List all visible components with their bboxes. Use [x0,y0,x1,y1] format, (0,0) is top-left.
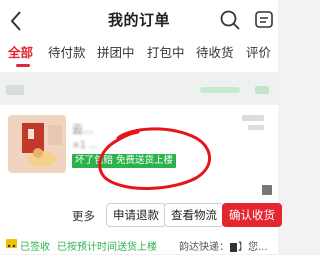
notice-icon [6,85,24,95]
product-name[interactable]: 云... [72,121,222,135]
order-actions: 更多 申请退款 查看物流 确认收货 [0,203,282,227]
message-icon[interactable] [254,10,274,30]
view-logistics-button[interactable]: 查看物流 [164,203,224,227]
badge-damage-compensation: 坏了包赔 [72,154,117,168]
badge-free-delivery-upstairs: 免费送货上楼 [113,154,177,168]
product-thumbnail[interactable] [8,115,66,173]
active-tab-indicator [16,64,30,67]
search-icon[interactable] [219,9,241,31]
notice-banner[interactable] [0,72,278,104]
courier-info: 韵达快递： 】您... [179,238,268,253]
app-header: 我的订单 全部 待付款 拼团中 打包中 待收货 评价 [0,0,278,72]
notice-placeholder [200,87,240,93]
product-spec: ×1 ... [72,140,99,151]
courier-message: 】您... [238,242,268,253]
product-image [8,115,66,173]
apply-refund-button[interactable]: 申请退款 [106,203,166,227]
tab-review[interactable]: 评价 [246,42,271,61]
courier-name: 韵达快递： [179,242,229,253]
delivery-truck-icon [6,239,17,248]
courier-redacted [230,242,237,252]
tab-pending-payment[interactable]: 待付款 [48,42,86,61]
logistics-status-bar[interactable]: 已签收 已按预计时间送货上楼 韵达快递： 】您... [0,234,278,254]
delivery-status: 已签收 [20,242,50,253]
tab-all[interactable]: 全部 [8,42,33,61]
delivery-description: 已按预计时间送货上楼 [57,242,157,253]
notice-arrow-icon [255,86,269,94]
scroll-indicator [262,185,272,195]
tab-to-receive[interactable]: 待收货 [196,42,234,61]
order-card[interactable]: 云... ×1 ... 坏了包赔 免费送货上楼 更多 申请退款 查看物流 确认收… [0,105,282,237]
tab-packing[interactable]: 打包中 [147,42,185,61]
product-price [240,115,270,145]
more-button[interactable]: 更多 [72,208,95,224]
confirm-receipt-button[interactable]: 确认收货 [222,203,282,227]
tab-group-buying[interactable]: 拼团中 [97,42,135,61]
order-tabs: 全部 待付款 拼团中 打包中 待收货 评价 [0,42,278,67]
